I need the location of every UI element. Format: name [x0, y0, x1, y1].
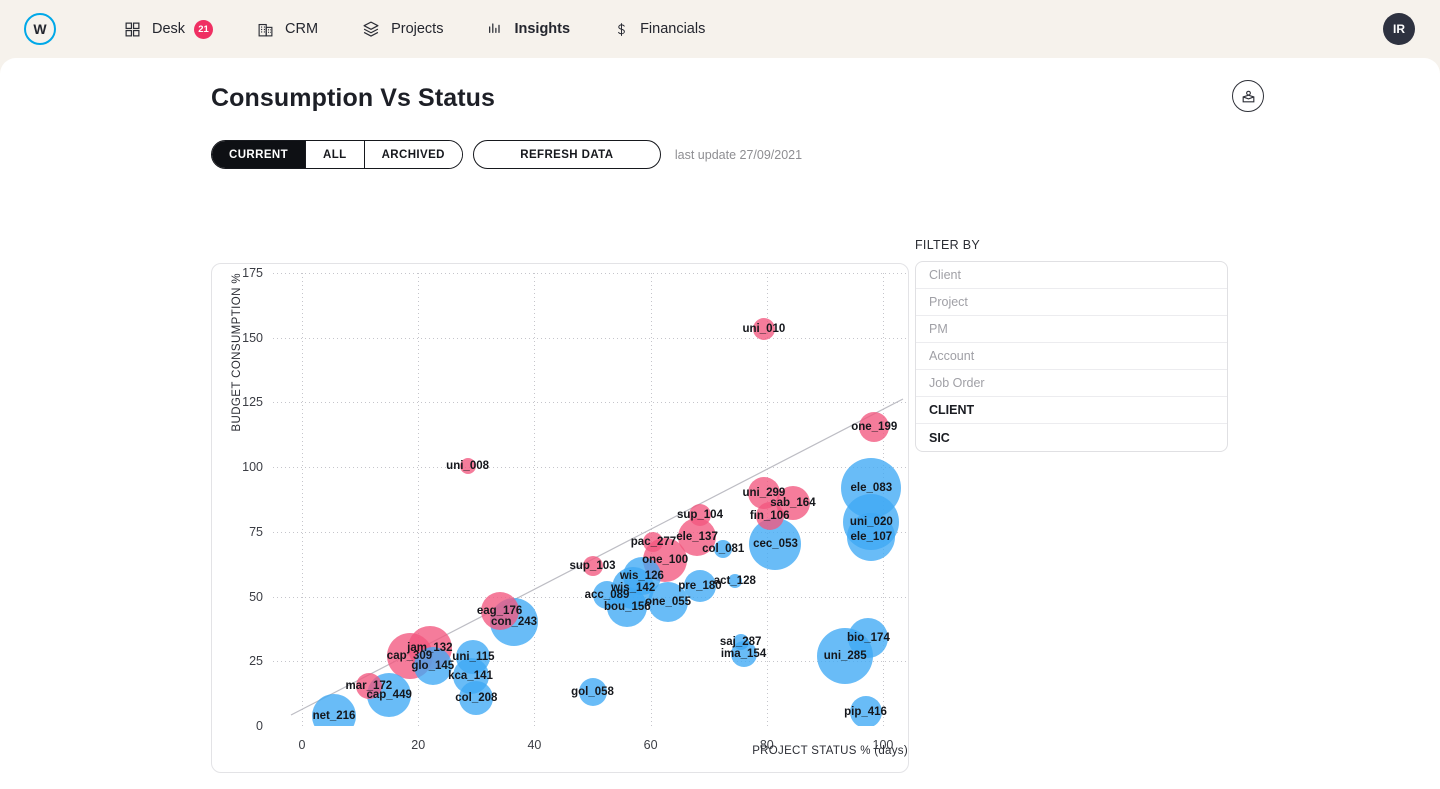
filter-list: Client Project PM Account Job Order CLIENT SIC [915, 261, 1228, 452]
segment-archived[interactable]: ARCHIVED [364, 141, 462, 168]
bubble-col_081[interactable] [714, 539, 733, 558]
filter-row-pm[interactable]: PM [916, 316, 1227, 343]
gridline-vertical [534, 273, 536, 726]
bubble-uni_010[interactable] [752, 317, 775, 340]
y-axis-tick: 0 [256, 719, 263, 733]
bubble-mar_172[interactable] [355, 672, 382, 699]
y-axis-tick: 75 [249, 524, 263, 539]
bubble-saj_287[interactable] [732, 633, 749, 650]
dollar-icon [614, 21, 629, 38]
avatar[interactable]: IR [1383, 13, 1415, 45]
bubble-pac_277[interactable] [643, 532, 664, 553]
filter-row-account[interactable]: Account [916, 343, 1227, 370]
x-axis-tick: 40 [527, 738, 542, 752]
nav-item-label: CRM [285, 21, 319, 37]
gridline-horizontal [273, 273, 908, 274]
filter-row-project[interactable]: Project [916, 289, 1227, 316]
page-title: Consumption Vs Status [211, 84, 496, 112]
bubble-wis_126[interactable] [622, 556, 661, 595]
nav-item-financials[interactable]: Financials [614, 21, 705, 38]
app-logo[interactable]: W [24, 13, 56, 45]
gridline-horizontal [273, 402, 908, 404]
nav-item-insights[interactable]: Insights [487, 21, 570, 37]
x-axis-tick: 20 [411, 738, 426, 752]
y-axis-tick: 25 [249, 654, 263, 669]
scatter-plot-area[interactable]: uni_010 one_199 uni_008 ele_083 uni_299 sab_1… [273, 273, 908, 726]
building-icon [257, 21, 274, 38]
bubble-acc_089[interactable] [593, 581, 622, 610]
x-axis-tick: 0 [298, 738, 306, 752]
x-axis-label: PROJECT STATUS % (days) [752, 745, 908, 757]
filter-row-client[interactable]: Client [916, 262, 1227, 289]
person-in-box-icon[interactable] [1232, 80, 1264, 112]
filter-row-client[interactable]: CLIENT [916, 397, 1227, 424]
layers-icon [362, 20, 380, 38]
y-axis-tick: 125 [242, 395, 263, 410]
gridline-horizontal [273, 467, 908, 469]
y-axis-tick: 50 [249, 589, 263, 604]
nav-item-label: Insights [514, 21, 571, 37]
y-axis-label-text: BUDGET CONSUMPTION % [231, 273, 243, 432]
segment-current[interactable]: CURRENT [212, 141, 307, 168]
refresh-data-button[interactable]: REFRESH DATA [472, 140, 661, 169]
bubble-act_128[interactable] [727, 574, 742, 589]
bubble-gol_058[interactable] [578, 678, 607, 707]
top-navigation-bar: W Desk 21 CRM Projects Insights Financials IR [0, 0, 1440, 58]
nav-item-desk[interactable]: Desk 21 [124, 19, 214, 39]
segment-all[interactable]: ALL [306, 141, 365, 168]
page-content: Consumption Vs Status CURRENT ALL ARCHIVED… [0, 58, 1440, 789]
last-update-text: last update 27/09/2021 [674, 147, 803, 162]
nav-items: Desk 21 CRM Projects Insights Financials [124, 19, 749, 39]
bubble-one_199[interactable] [859, 412, 890, 443]
bubble-sup_103[interactable] [582, 555, 603, 576]
bubble-pre_180[interactable] [683, 570, 716, 603]
y-axis-tick: 100 [242, 460, 263, 475]
bubble-pip_416[interactable] [849, 695, 882, 726]
filter-row-sic[interactable]: SIC [916, 424, 1227, 451]
gridline-horizontal [273, 596, 908, 598]
filter-row-job-order[interactable]: Job Order [916, 370, 1227, 397]
bar-chart-icon [487, 21, 503, 37]
gridline-horizontal [273, 661, 908, 663]
bubble-col_208[interactable] [459, 680, 494, 715]
bubble-ele_107[interactable] [847, 513, 896, 562]
bubble-uni_008[interactable] [459, 457, 476, 474]
trend-line [290, 398, 904, 716]
nav-item-badge: 21 [194, 19, 214, 39]
bubble-uni_115[interactable] [456, 640, 491, 675]
y-axis-tick: 150 [242, 330, 263, 345]
bubble-fin_106[interactable] [755, 502, 784, 531]
filter-panel: FILTER BY Client Project PM Account Job Orde… [915, 238, 1228, 452]
gridline-horizontal [273, 337, 908, 339]
gridline-vertical [650, 273, 652, 726]
gridline-vertical [302, 273, 304, 726]
bubble-sup_104[interactable] [688, 504, 711, 527]
refresh-data-label: REFRESH DATA [520, 148, 614, 161]
bubble-net_216[interactable] [311, 693, 356, 726]
nav-item-label: Projects [391, 21, 444, 37]
bubble-glo_145[interactable] [413, 647, 452, 686]
toolbar: CURRENT ALL ARCHIVED REFRESH DATA last upd… [211, 140, 802, 169]
bubble-bio_174[interactable] [848, 617, 889, 658]
avatar-initials: IR [1393, 22, 1405, 36]
x-axis-tick: 60 [643, 738, 658, 752]
logo-letter: W [33, 21, 47, 37]
bubble-eag_176[interactable] [480, 591, 519, 630]
gridline-horizontal [273, 531, 908, 533]
y-axis-tick: 175 [242, 266, 263, 280]
person-in-box-glyph [1242, 90, 1254, 102]
nav-item-crm[interactable]: CRM [257, 21, 318, 38]
nav-item-projects[interactable]: Projects [362, 20, 443, 38]
nav-item-label: Financials [640, 21, 706, 37]
filter-panel-title: FILTER BY [915, 238, 980, 252]
nav-item-label: Desk [152, 21, 186, 37]
view-filter-segmented-control: CURRENT ALL ARCHIVED [211, 140, 463, 169]
chart-card: BUDGET CONSUMPTION % uni_010 one_199 uni_0… [211, 263, 909, 773]
grid-icon [124, 21, 141, 38]
